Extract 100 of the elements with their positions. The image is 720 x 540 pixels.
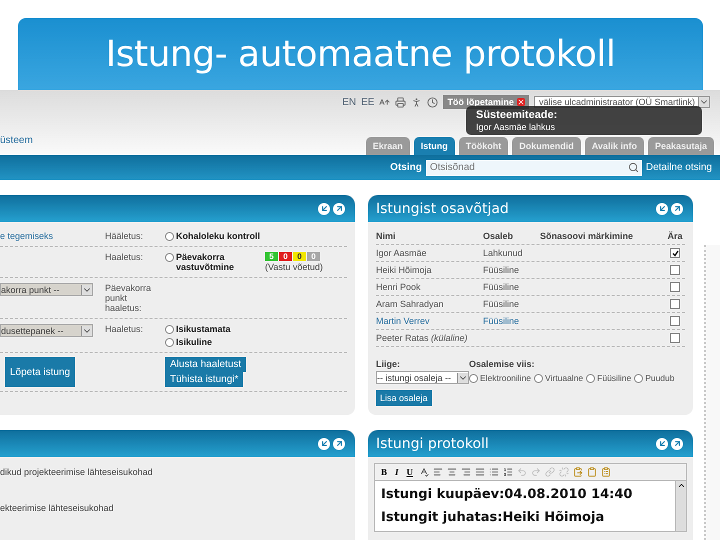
radio-option[interactable]: Virtuaalne: [534, 372, 584, 382]
align-right-icon[interactable]: [461, 467, 472, 477]
nav-tab[interactable]: Töökoht: [458, 137, 508, 155]
arrow-up-right-icon[interactable]: [671, 438, 683, 450]
dropdown-arrow-icon[interactable]: [457, 372, 468, 382]
radio-option[interactable]: Isikuline: [165, 337, 265, 347]
nav-tab[interactable]: Istung: [414, 137, 455, 155]
spellcheck-icon[interactable]: [419, 467, 430, 477]
participant-name: Heiki Hõimoja: [376, 265, 433, 275]
away-checkbox[interactable]: [670, 333, 680, 343]
field-label: Hääletus:: [105, 231, 144, 241]
language-link[interactable]: EE: [361, 96, 374, 108]
member-label: Liige:: [376, 359, 401, 369]
participant-status: Füüsiline: [483, 282, 520, 292]
dropdown-arrow-icon[interactable]: [698, 97, 709, 107]
person-icon[interactable]: [411, 96, 422, 108]
away-checkbox[interactable]: [670, 265, 680, 275]
clock-icon[interactable]: [427, 96, 438, 108]
numbered-list-icon[interactable]: [503, 467, 514, 477]
end-session-button[interactable]: Lõpeta istung: [5, 357, 76, 387]
participant-name: Henri Pook: [376, 282, 422, 292]
away-checkbox[interactable]: [670, 316, 680, 326]
bullet-list-icon[interactable]: [489, 467, 500, 477]
notification-message: Igor Aasmäe lahkus: [476, 122, 556, 132]
nav-tab[interactable]: Avalik info: [584, 137, 644, 155]
nav-tab[interactable]: Dokumendid: [512, 137, 581, 155]
radio-option[interactable]: Päevakorra vastuvõtmine: [165, 252, 265, 272]
protocol-text: Istungi kuupäev:04.08.2010 14:40: [381, 487, 634, 502]
panel-title: Istungist osavõtjad: [376, 200, 509, 216]
vote-count: 0: [307, 252, 320, 261]
close-icon: [516, 98, 525, 106]
participant-name: Aram Sahradyan: [376, 299, 445, 309]
radio-option[interactable]: Isikustamata: [165, 324, 265, 334]
participant-name-link[interactable]: Martin Verrev: [376, 316, 483, 326]
notification-title: Süsteemiteade:: [476, 109, 558, 121]
arrow-up-right-icon[interactable]: [333, 438, 345, 450]
column-header: Nimi: [376, 231, 397, 241]
language-link[interactable]: EN: [342, 96, 356, 108]
clipboard-list-icon[interactable]: [601, 467, 612, 477]
vote-action-button[interactable]: Tühista istungi*: [165, 372, 244, 387]
away-checkbox[interactable]: [670, 282, 680, 292]
font-size-icon[interactable]: [379, 96, 390, 108]
field-label: Haaletus:: [105, 252, 144, 262]
dropdown-arrow-icon[interactable]: [81, 284, 92, 294]
away-checkbox[interactable]: [670, 248, 680, 258]
participant-status: Füüsiline: [483, 316, 520, 326]
away-checkbox[interactable]: [670, 299, 680, 309]
vote-result: (Vastu võetud): [265, 262, 324, 272]
document-text: dikud projekteerimise lähteseisukohad: [0, 466, 154, 477]
align-justify-icon[interactable]: [475, 467, 486, 477]
arrow-down-left-icon[interactable]: [656, 438, 668, 450]
nav-tab[interactable]: Ekraan: [366, 137, 410, 155]
field-label: Päevakorra punkt haaletus:: [105, 283, 152, 313]
slide-title: Istung- automaatne protokoll: [18, 18, 703, 90]
column-header: Ära: [667, 231, 682, 241]
dropdown-field[interactable]: akorra punkt --: [0, 283, 93, 296]
site-name: üsteem: [0, 135, 33, 146]
arrow-down-left-icon[interactable]: [318, 202, 330, 214]
participant-status: Füüsiline: [483, 299, 520, 309]
dropdown-field[interactable]: dusettepanek --: [0, 324, 93, 337]
clipboard-icon[interactable]: [587, 467, 598, 477]
vote-count: 0: [279, 252, 292, 261]
radio-option[interactable]: Puudub: [634, 372, 674, 382]
align-center-icon[interactable]: [447, 467, 458, 477]
format-button[interactable]: I: [393, 467, 401, 477]
radio-option[interactable]: Kohaloleku kontroll: [165, 231, 265, 241]
advanced-search-link[interactable]: Detailne otsing: [646, 162, 712, 173]
member-select[interactable]: -- istungi osaleja --: [376, 371, 469, 384]
vote-count: 5: [265, 252, 278, 261]
radio-option[interactable]: Füüsiline: [586, 372, 632, 382]
participant-name: Igor Aasmäe: [376, 248, 428, 258]
protocol-text: Istungit juhatas:Heiki Hõimoja: [381, 510, 606, 525]
mode-label: Osalemise viis:: [469, 359, 536, 369]
clipboard-paste-icon[interactable]: [573, 467, 584, 477]
column-header: Osaleb: [483, 231, 514, 241]
vote-action-button[interactable]: Alusta haaletust: [165, 357, 246, 372]
voting-link[interactable]: e tegemiseks: [0, 231, 105, 241]
participant-status: Füüsiline: [483, 265, 520, 275]
dropdown-arrow-icon[interactable]: [81, 326, 92, 336]
search-icon[interactable]: [626, 160, 642, 176]
participant-status: Lahkunud: [483, 248, 524, 258]
nav-tab[interactable]: Peakasutaja: [648, 137, 714, 155]
arrow-down-left-icon[interactable]: [656, 202, 668, 214]
arrow-up-right-icon[interactable]: [671, 202, 683, 214]
format-button[interactable]: U: [404, 467, 416, 477]
radio-option[interactable]: Elektrooniline: [469, 372, 532, 382]
add-participant-button[interactable]: Lisa osaleja: [376, 390, 432, 406]
document-text: ekteerimise lähteseisukohad: [0, 502, 115, 513]
search-field[interactable]: Otsisõnad: [426, 160, 626, 176]
scroll-up-icon[interactable]: [676, 481, 686, 490]
align-left-icon[interactable]: [433, 467, 444, 477]
format-button[interactable]: B: [379, 467, 390, 477]
arrow-down-left-icon[interactable]: [318, 438, 330, 450]
print-icon[interactable]: [395, 96, 406, 108]
participant-name: Peeter Ratas (külaline): [376, 333, 469, 343]
vote-count: 0: [293, 252, 306, 261]
field-label: Haaletus:: [105, 324, 144, 334]
column-header: Sõnasoovi märkimine: [540, 231, 634, 241]
arrow-up-right-icon[interactable]: [333, 202, 345, 214]
search-label: Otsing: [390, 162, 422, 173]
